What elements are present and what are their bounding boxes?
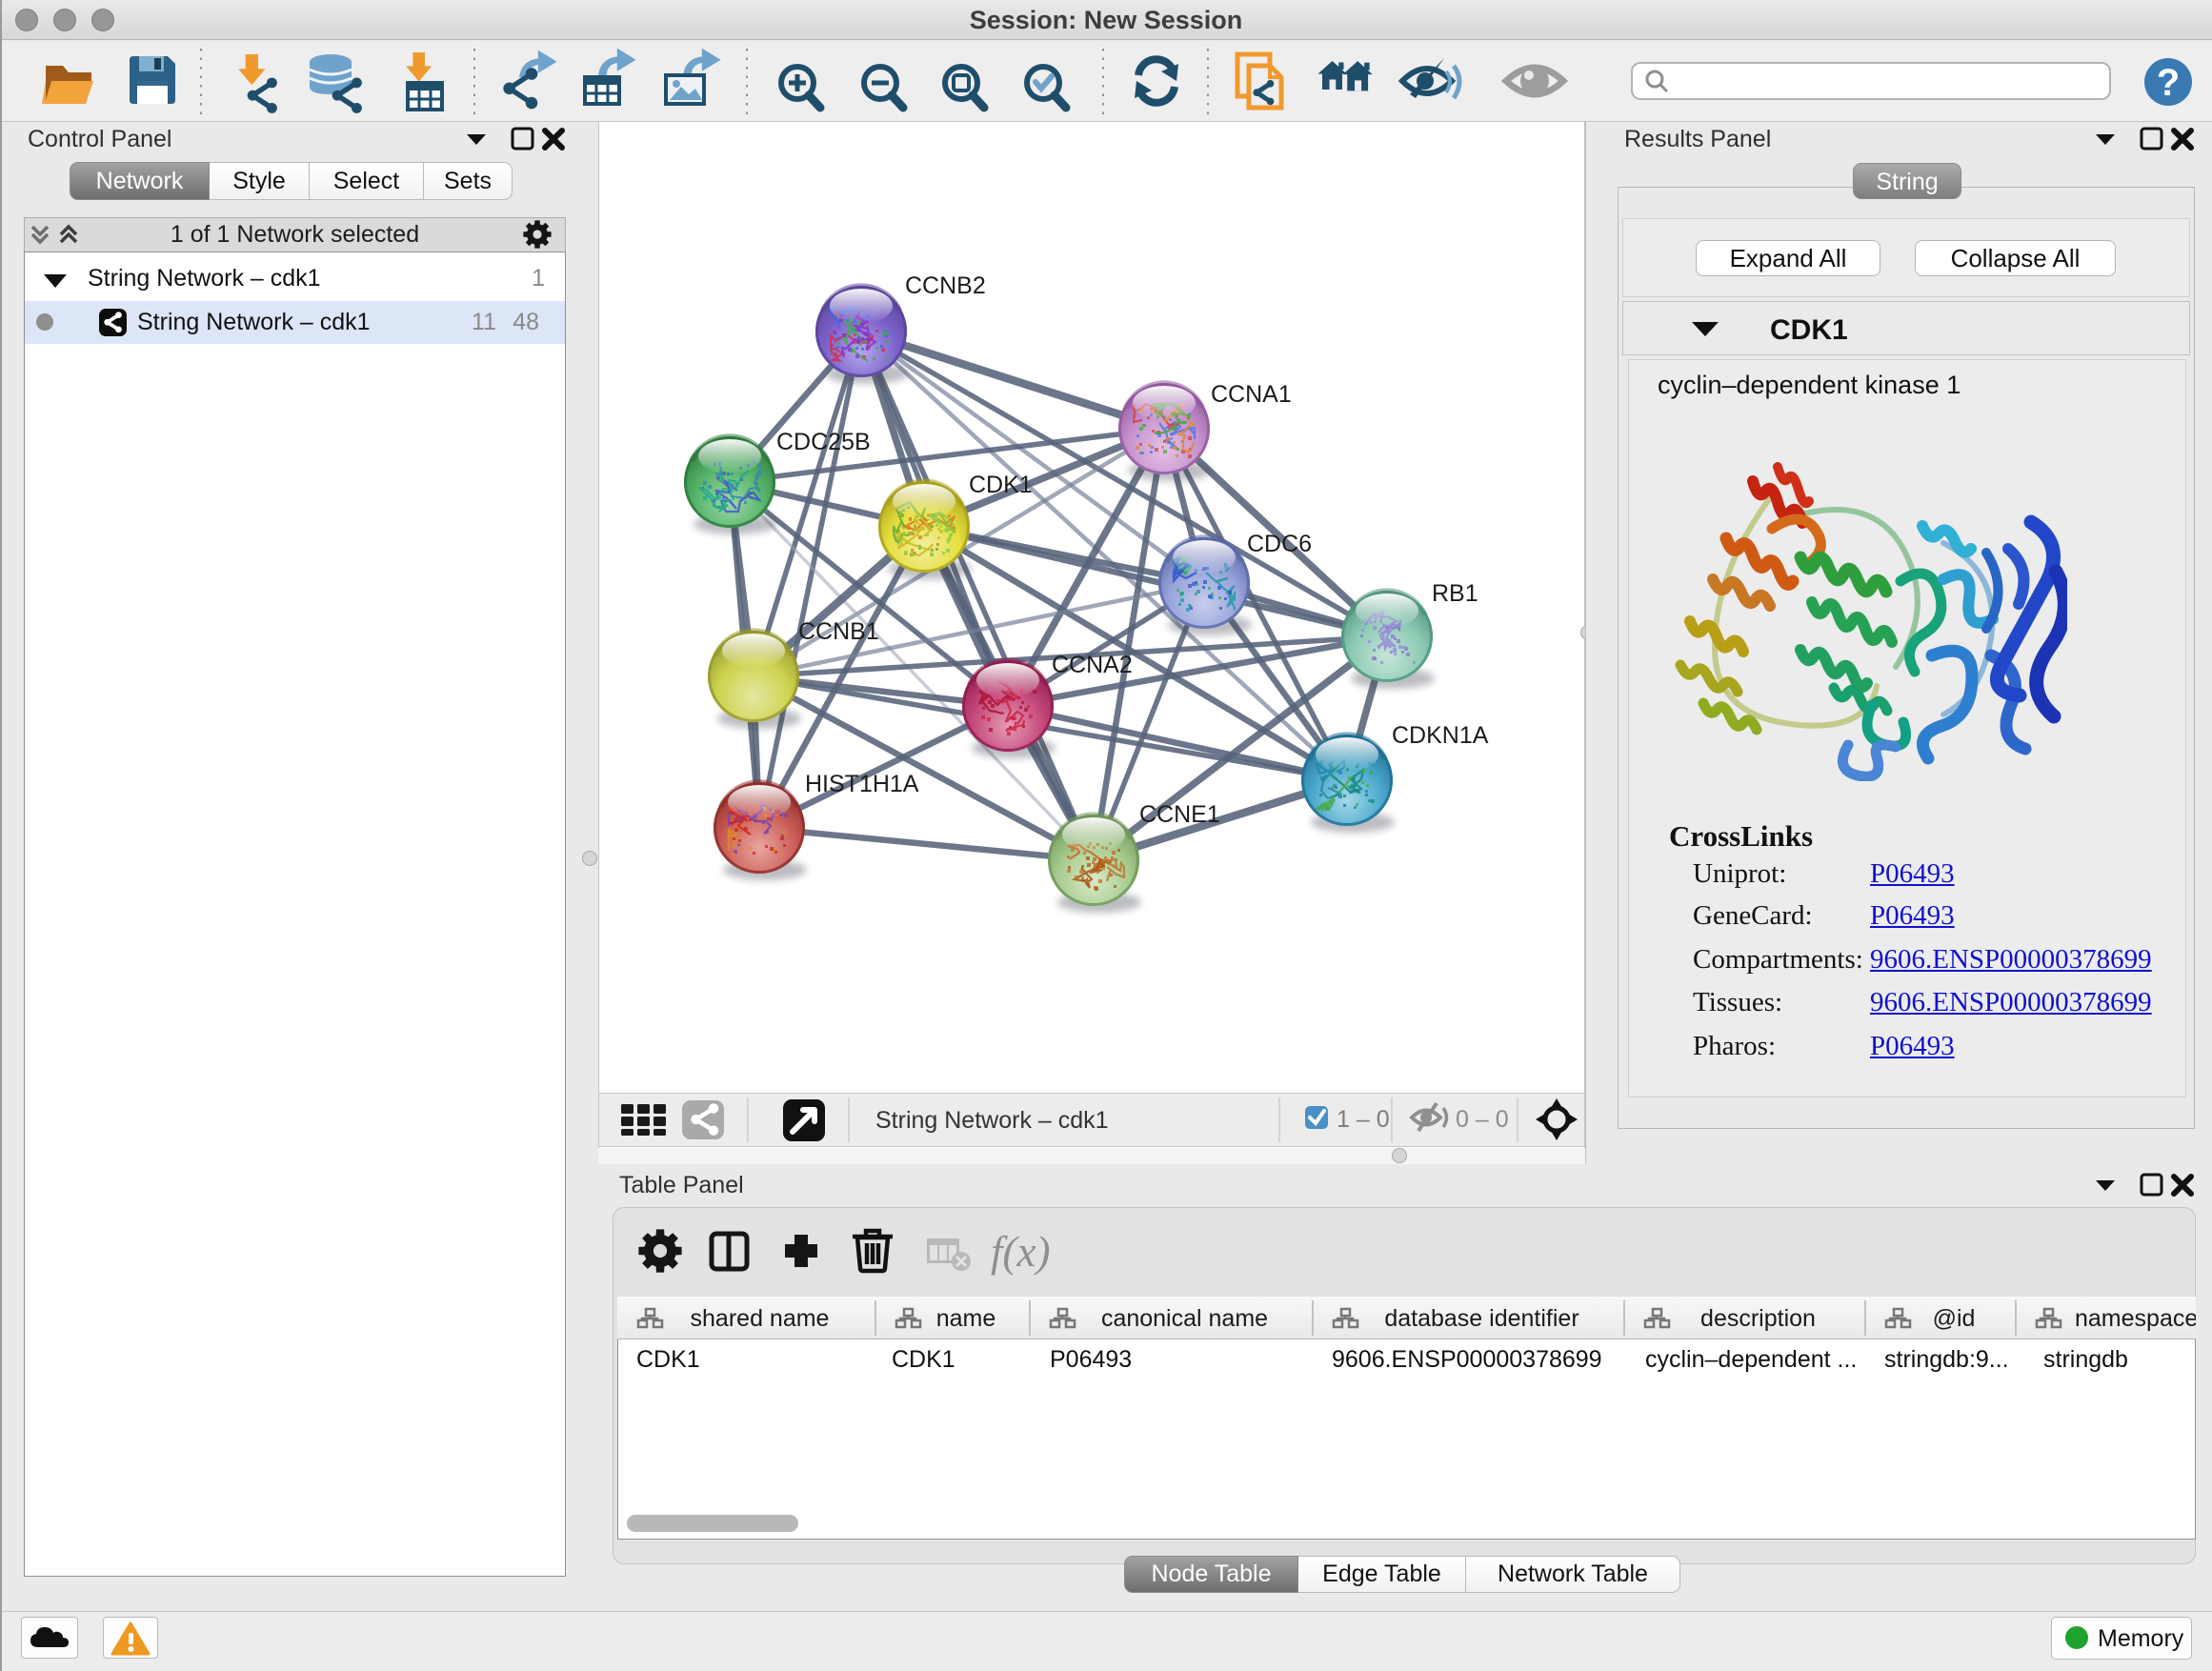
svg-text:@id: @id [1933, 1305, 1976, 1332]
svg-text:description: description [1700, 1305, 1816, 1332]
svg-text:f(x): f(x) [991, 1228, 1050, 1276]
svg-text:CDC25B: CDC25B [776, 429, 871, 455]
svg-text:CCNA1: CCNA1 [1211, 381, 1292, 408]
svg-text:0 – 0: 0 – 0 [1456, 1106, 1509, 1133]
svg-text:String Network – cdk1: String Network – cdk1 [875, 1107, 1109, 1134]
svg-text:CDC6: CDC6 [1247, 531, 1312, 557]
svg-text:CCNB2: CCNB2 [905, 272, 986, 299]
svg-text:name: name [936, 1305, 996, 1332]
svg-text:database identifier: database identifier [1384, 1305, 1579, 1332]
svg-text:CDKN1A: CDKN1A [1392, 722, 1489, 749]
svg-text:shared name: shared name [691, 1305, 830, 1332]
svg-text:HIST1H1A: HIST1H1A [805, 771, 919, 797]
svg-text:canonical name: canonical name [1101, 1305, 1268, 1332]
svg-text:RB1: RB1 [1432, 580, 1478, 607]
svg-text:CDK1: CDK1 [969, 472, 1033, 498]
svg-text:CCNE1: CCNE1 [1139, 801, 1220, 828]
svg-text:1 – 0: 1 – 0 [1337, 1106, 1390, 1133]
svg-text:CCNB1: CCNB1 [798, 618, 879, 645]
svg-text:?: ? [2157, 62, 2180, 104]
svg-text:namespace: namespace [2075, 1305, 2196, 1332]
svg-text:CCNA2: CCNA2 [1052, 652, 1133, 678]
